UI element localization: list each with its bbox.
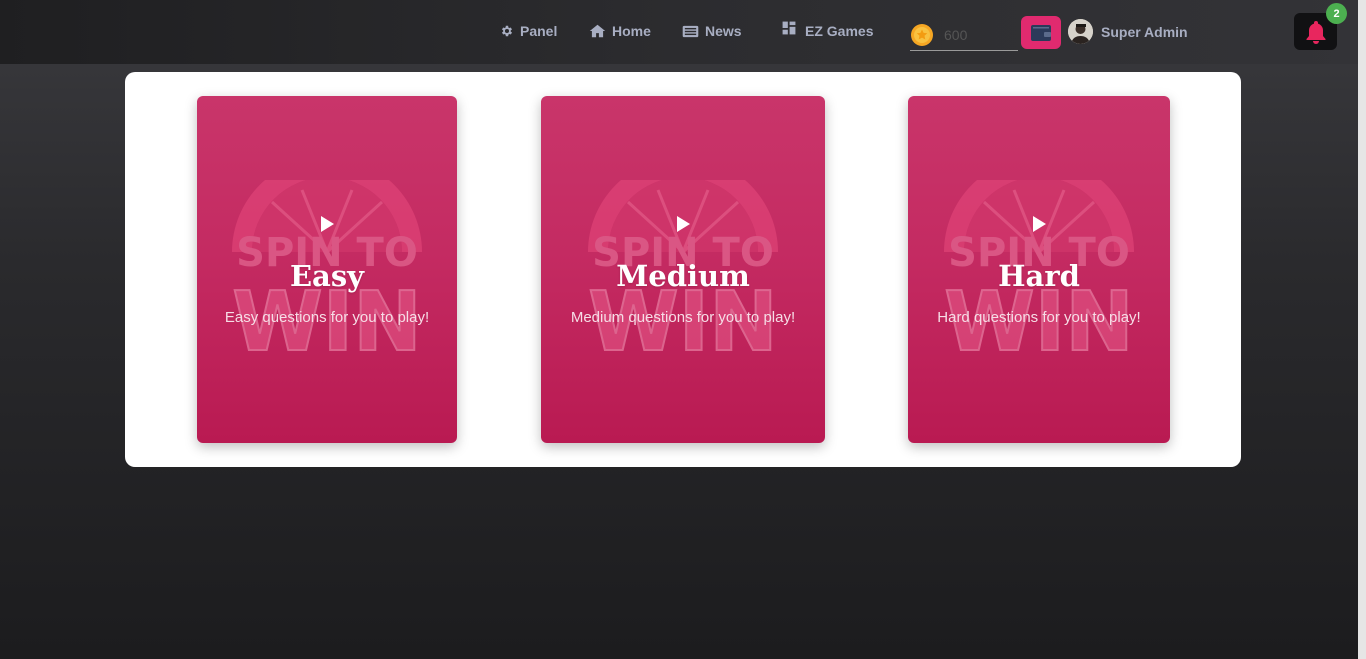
- nav-news-link[interactable]: News: [682, 20, 742, 42]
- nav-ezgames-link[interactable]: EZ Games: [782, 20, 873, 42]
- difficulty-card-easy[interactable]: SPIN TO WIN Easy Easy questions for you …: [197, 96, 457, 443]
- game-difficulty-panel: SPIN TO WIN Easy Easy questions for you …: [125, 72, 1241, 467]
- difficulty-card-hard[interactable]: SPIN TO WIN Hard Hard questions for you …: [908, 96, 1170, 443]
- nav-ezgames-label: EZ Games: [805, 23, 874, 39]
- card-description: Easy questions for you to play!: [224, 309, 430, 326]
- nav-home-link[interactable]: Home: [589, 20, 651, 42]
- nav-panel-label: Panel: [520, 23, 558, 39]
- bell-icon: [1306, 20, 1325, 44]
- user-name[interactable]: Super Admin: [1101, 24, 1188, 40]
- page-scrollbar[interactable]: [1358, 0, 1366, 659]
- user-avatar-icon: [1068, 19, 1093, 44]
- card-title: Easy: [289, 259, 365, 293]
- wallet-icon: [1031, 24, 1051, 41]
- top-navigation-bar: Panel Home News EZ Games 600 Super Admin…: [0, 0, 1358, 64]
- card-description: Hard questions for you to play!: [937, 309, 1141, 326]
- notification-count-badge: 2: [1326, 3, 1347, 24]
- play-icon: [677, 216, 690, 232]
- wallet-button[interactable]: [1021, 16, 1061, 49]
- avatar[interactable]: [1068, 19, 1093, 44]
- nav-panel-link[interactable]: Panel: [500, 20, 557, 42]
- gear-icon: [501, 25, 513, 37]
- nav-news-label: News: [705, 23, 742, 39]
- nav-home-label: Home: [612, 23, 651, 39]
- coin-icon: [911, 24, 933, 46]
- card-title: Hard: [998, 259, 1080, 293]
- play-icon: [1033, 216, 1046, 232]
- card-title: Medium: [616, 259, 750, 293]
- card-description: Medium questions for you to play!: [570, 309, 796, 326]
- coin-balance-input[interactable]: [942, 26, 1016, 44]
- newspaper-icon: [682, 25, 699, 37]
- difficulty-card-medium[interactable]: SPIN TO WIN Medium Medium questions for …: [541, 96, 825, 443]
- coin-balance-field: [910, 20, 1018, 51]
- home-icon: [589, 24, 606, 38]
- play-icon: [321, 216, 334, 232]
- dashboard-grid-icon: [782, 21, 796, 35]
